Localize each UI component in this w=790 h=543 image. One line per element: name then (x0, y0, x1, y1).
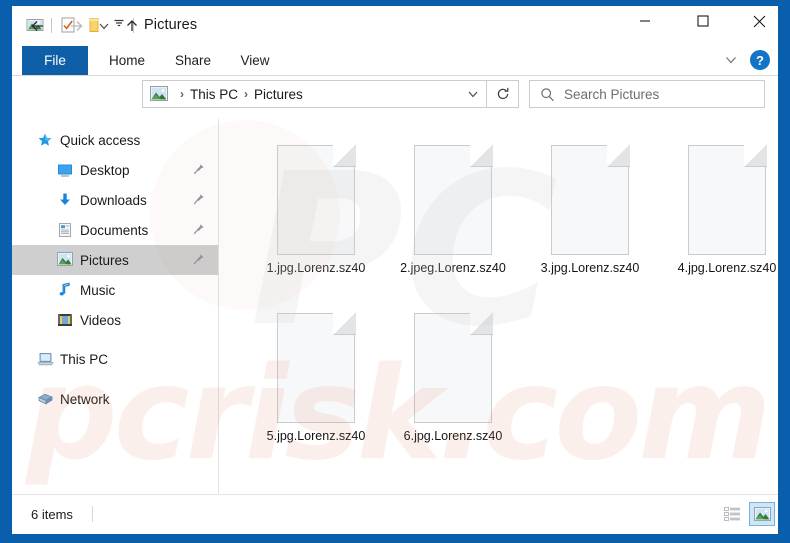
sidebar-item-downloads[interactable]: Downloads (12, 185, 218, 215)
forward-button[interactable] (62, 12, 90, 40)
status-bar: 6 items (12, 494, 778, 534)
blank-file-icon (277, 313, 355, 423)
file-name: 4.jpg.Lorenz.sz40 (662, 261, 778, 276)
help-label: ? (756, 53, 764, 68)
download-icon (57, 192, 73, 208)
status-separator (92, 506, 93, 522)
tab-share[interactable]: Share (164, 46, 222, 75)
sidebar-item-label: Music (80, 283, 115, 298)
chevron-down-icon[interactable] (719, 48, 743, 72)
maximize-button[interactable] (680, 6, 726, 36)
blank-file-icon (277, 145, 355, 255)
tab-view-label: View (240, 53, 269, 68)
this-pc-icon (37, 351, 53, 367)
content-area: Quick access Desktop (12, 119, 778, 494)
sidebar-item-network[interactable]: Network (12, 384, 218, 414)
navigation-pane: Quick access Desktop (12, 119, 218, 494)
large-icons-view-button[interactable] (749, 502, 775, 526)
file-explorer-window: Pictures File Home Share View (12, 6, 778, 534)
file-name: 6.jpg.Lorenz.sz40 (388, 429, 518, 444)
minimize-button[interactable] (622, 6, 668, 36)
sidebar-item-this-pc[interactable]: This PC (12, 344, 218, 374)
tab-share-label: Share (175, 53, 211, 68)
sidebar-item-videos[interactable]: Videos (12, 305, 218, 335)
address-bar[interactable]: › This PC › Pictures (142, 80, 487, 108)
breadcrumb-item-pictures[interactable]: Pictures (254, 87, 303, 102)
back-button[interactable] (24, 12, 52, 40)
blank-file-icon (414, 313, 492, 423)
window-title: Pictures (144, 17, 197, 33)
pictures-icon (57, 252, 73, 268)
pin-icon[interactable] (192, 163, 205, 181)
tab-home-label: Home (109, 53, 145, 68)
pin-icon[interactable] (192, 253, 205, 271)
help-button[interactable]: ? (750, 50, 770, 70)
up-button[interactable] (118, 12, 146, 40)
item-count-label: 6 items (31, 507, 73, 522)
tab-home[interactable]: Home (96, 46, 158, 75)
sidebar-item-label: Videos (80, 313, 121, 328)
music-icon (57, 282, 73, 298)
breadcrumb-separator-1: › (180, 87, 184, 101)
file-name: 5.jpg.Lorenz.sz40 (251, 429, 381, 444)
sidebar-item-label: Downloads (80, 193, 147, 208)
tab-file[interactable]: File (22, 46, 88, 75)
desktop-icon (57, 162, 73, 178)
documents-icon (57, 222, 73, 238)
ribbon-divider (12, 75, 778, 76)
tab-file-label: File (44, 53, 66, 68)
sidebar-item-label: Pictures (80, 253, 129, 268)
sidebar-item-music[interactable]: Music (12, 275, 218, 305)
sidebar-item-label: Desktop (80, 163, 130, 178)
sidebar-item-label: Quick access (60, 133, 140, 148)
close-button[interactable] (736, 6, 778, 36)
breadcrumb-item-this-pc[interactable]: This PC (190, 87, 238, 102)
pin-icon[interactable] (192, 193, 205, 211)
file-name: 3.jpg.Lorenz.sz40 (525, 261, 655, 276)
file-item[interactable]: 1.jpg.Lorenz.sz40 (251, 145, 381, 276)
file-name: 2.jpeg.Lorenz.sz40 (388, 261, 518, 276)
sidebar-item-pictures[interactable]: Pictures (12, 245, 218, 275)
file-item[interactable]: 3.jpg.Lorenz.sz40 (525, 145, 655, 276)
search-box[interactable] (529, 80, 765, 108)
breadcrumb: › This PC › Pictures (143, 86, 460, 102)
blank-file-icon (414, 145, 492, 255)
file-name: 1.jpg.Lorenz.sz40 (251, 261, 381, 276)
sidebar-item-quick-access[interactable]: Quick access (12, 125, 218, 155)
sidebar-item-label: Network (60, 392, 110, 407)
blank-file-icon (551, 145, 629, 255)
search-input[interactable] (564, 87, 754, 102)
tab-view[interactable]: View (228, 46, 282, 75)
file-item[interactable]: 5.jpg.Lorenz.sz40 (251, 313, 381, 444)
blank-file-icon (688, 145, 766, 255)
ribbon-tab-bar: File Home Share View (12, 46, 778, 76)
details-view-button[interactable] (719, 502, 745, 526)
file-item[interactable]: 2.jpeg.Lorenz.sz40 (388, 145, 518, 276)
network-icon (37, 391, 53, 407)
file-item[interactable]: 6.jpg.Lorenz.sz40 (388, 313, 518, 444)
sidebar-item-label: This PC (60, 352, 108, 367)
sidebar-item-documents[interactable]: Documents (12, 215, 218, 245)
breadcrumb-pictures-icon[interactable] (150, 86, 168, 102)
star-icon (37, 132, 53, 148)
videos-icon (57, 312, 73, 328)
file-list: 1.jpg.Lorenz.sz40 2.jpeg.Lorenz.sz40 (219, 119, 778, 494)
address-dropdown-icon[interactable] (460, 88, 486, 100)
refresh-button[interactable] (487, 80, 519, 108)
search-icon (530, 87, 564, 102)
sidebar-item-label: Documents (80, 223, 148, 238)
file-item[interactable]: 4.jpg.Lorenz.sz40 (662, 145, 778, 276)
sidebar-item-desktop[interactable]: Desktop (12, 155, 218, 185)
recent-locations-button[interactable] (94, 12, 114, 40)
pin-icon[interactable] (192, 223, 205, 241)
desktop-background: Pictures File Home Share View (0, 0, 790, 543)
breadcrumb-separator-2: › (244, 87, 248, 101)
